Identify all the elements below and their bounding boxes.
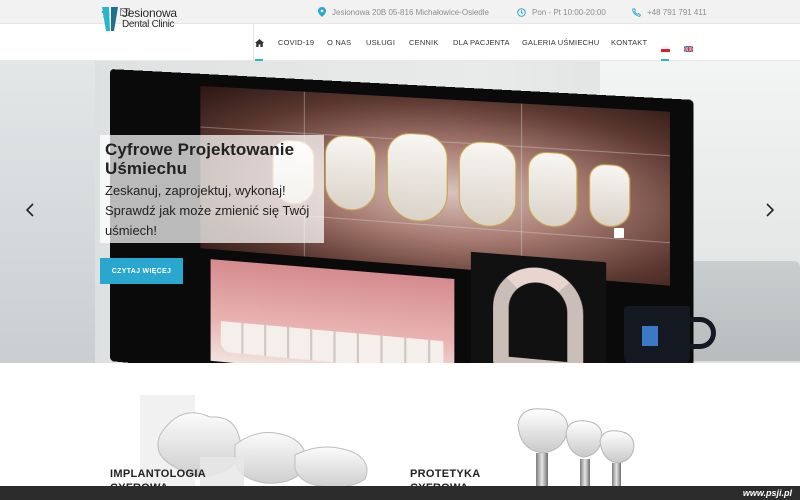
nav-smile-gallery[interactable]: GALERIA UŚMIECHU — [522, 24, 599, 61]
mug-logo — [642, 326, 658, 346]
nav-covid[interactable]: COVID-19 — [278, 24, 314, 61]
nav-about[interactable]: O NAS — [327, 24, 351, 61]
phone-text: +48 791 791 411 — [647, 7, 707, 17]
background-window-left — [0, 61, 95, 363]
watermark-text: www.psji.pl — [742, 488, 792, 498]
flag-pl-icon[interactable] — [661, 39, 670, 52]
hours-info: Pon - Pt 10:00-20:00 — [517, 0, 606, 24]
slider-next-arrow-icon[interactable] — [763, 202, 777, 218]
nav-for-patients[interactable]: DLA PACJENTA — [453, 24, 510, 61]
clinic-logo[interactable]: Jesionowa Dental Clinic — [102, 6, 212, 34]
nav-pricing[interactable]: CENNIK — [409, 24, 439, 61]
service-prosthetics-line1: PROTETYKA — [410, 468, 481, 480]
read-more-button[interactable]: CZYTAJ WIĘCEJ — [100, 258, 183, 284]
dental-arch-view — [470, 251, 607, 363]
phone-icon — [632, 7, 641, 17]
logo-text-subtitle: Dental Clinic — [122, 19, 175, 30]
prosthetics-crowns-image[interactable] — [510, 405, 650, 486]
flag-en-icon[interactable] — [683, 39, 694, 53]
clock-icon — [517, 7, 526, 17]
map-pin-icon — [318, 7, 326, 17]
bottom-strip — [0, 486, 800, 500]
slide-title: Cyfrowe Projektowanie Uśmiechu — [105, 140, 295, 178]
jaw-scan-view — [210, 259, 455, 363]
phone-info[interactable]: +48 791 791 411 — [632, 0, 707, 24]
address-info: Jesionowa 20B 05-816 Michałowice-Osiedle — [318, 0, 489, 24]
slider-prev-arrow-icon[interactable] — [23, 202, 37, 218]
address-text: Jesionowa 20B 05-816 Michałowice-Osiedle — [332, 7, 489, 17]
slider-indicator[interactable] — [614, 228, 624, 238]
nav-services[interactable]: USŁUGI — [366, 24, 395, 61]
tooth-logo-icon — [102, 7, 118, 31]
nav-home-icon[interactable] — [252, 24, 266, 61]
hours-text: Pon - Pt 10:00-20:00 — [532, 7, 606, 17]
nav-contact[interactable]: KONTAKT — [611, 24, 647, 61]
logo-text-name: Jesionowa — [122, 6, 177, 20]
service-implantology-line1: IMPLANTOLOGIA — [110, 468, 206, 480]
slide-subtitle: Zeskanuj, zaprojektuj, wykonaj! Sprawdź … — [105, 183, 310, 238]
